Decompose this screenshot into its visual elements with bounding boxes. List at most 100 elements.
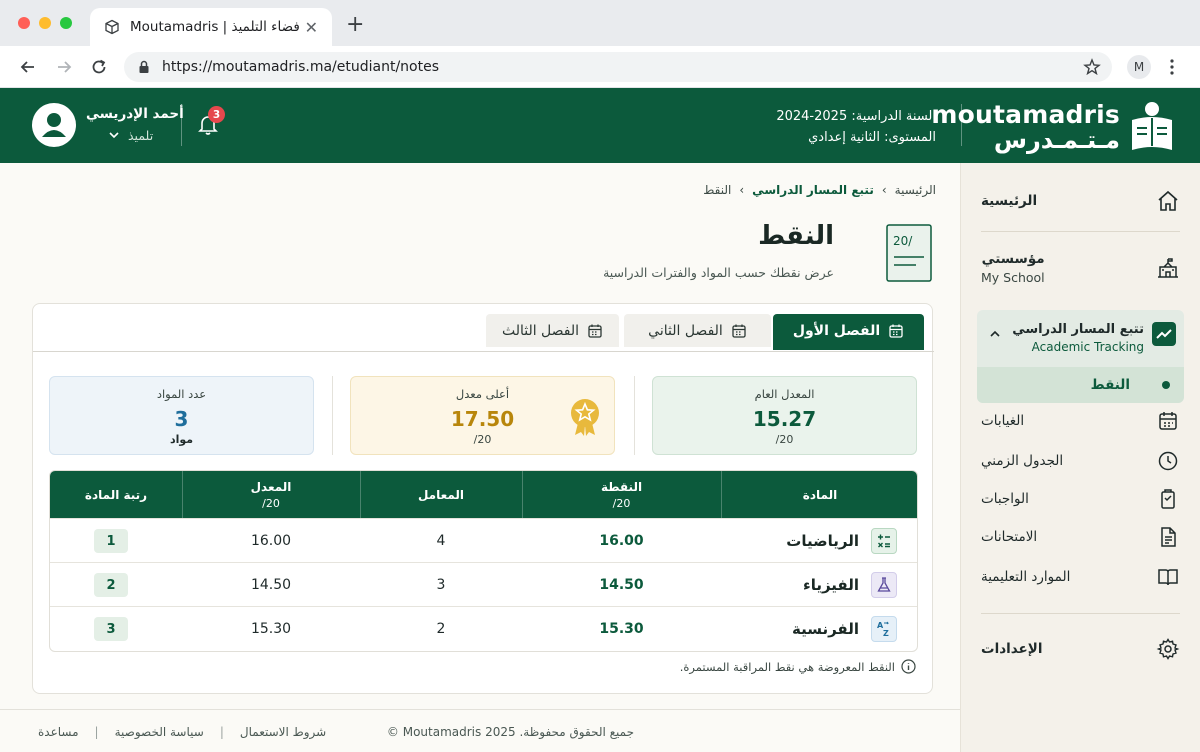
grade-cell: 15.30 — [599, 621, 644, 637]
chevron-left-icon: › — [881, 183, 887, 197]
sidebar-item-label: الرئيسية — [981, 193, 1038, 209]
clipboard-icon — [1161, 489, 1175, 509]
url-text: https://moutamadris.ma/etudiant/notes — [162, 59, 439, 75]
sidebar-divider — [981, 231, 1180, 232]
chevron-up-icon[interactable] — [989, 328, 1001, 340]
best-average-card: أعلى معدل 17.50 /20 — [350, 376, 615, 455]
flask-icon — [871, 572, 897, 598]
grades-sheet-label: 20/ — [893, 234, 913, 248]
sidebar-item-home[interactable]: الرئيسية — [981, 183, 1180, 219]
tab-close-icon[interactable]: ✕ — [305, 18, 318, 37]
column-header-rank: رتبة المادة — [84, 487, 148, 502]
grades-card: الفصل الأول الفصل الثاني الفصل الثالث ال… — [32, 303, 934, 694]
tab-label: الفصل الأول — [792, 322, 881, 339]
sidebar-item-label: الواجبات — [981, 491, 1029, 507]
award-star-icon — [571, 399, 599, 436]
grades-table: المادة النقطة/20 المعامل المعدل/20 رتبة … — [49, 470, 918, 652]
stat-value: 15.27 — [752, 407, 817, 431]
sidebar-item-label: الجدول الزمني — [981, 453, 1064, 469]
table-header: المادة النقطة/20 المعامل المعدل/20 رتبة … — [50, 471, 917, 518]
header-divider — [181, 104, 182, 146]
general-average-card: المعدل العام 15.27 /20 — [652, 376, 917, 455]
tab-semester-1[interactable]: الفصل الأول — [773, 314, 924, 347]
user-name: أحمد الإدريسي — [86, 106, 184, 122]
home-icon — [1158, 190, 1178, 211]
brand-name-latin: moutamadris — [931, 100, 1120, 129]
forward-arrow-icon[interactable] — [52, 55, 76, 79]
stat-value: 3 — [174, 407, 189, 431]
tab-semester-3[interactable]: الفصل الثالث — [486, 314, 619, 347]
table-row[interactable]: AZ الفرنسية 15.30 2 15.30 3 — [50, 606, 917, 650]
column-divider — [360, 471, 361, 518]
calendar-icon — [1159, 412, 1177, 430]
calculator-icon — [871, 528, 897, 554]
table-row[interactable]: الرياضيات 16.00 4 16.00 1 — [50, 518, 917, 563]
language-az-icon: AZ — [871, 616, 897, 642]
address-bar[interactable]: https://moutamadris.ma/etudiant/notes — [124, 52, 1112, 82]
subject-name: الرياضيات — [786, 532, 859, 550]
brand-name-arabic: مـتـمـدرس — [993, 126, 1120, 154]
sidebar-item-label: الامتحانات — [981, 529, 1038, 545]
window-maximize-button[interactable] — [60, 17, 72, 29]
rank-cell: 2 — [50, 563, 172, 607]
sidebar-subitem-timetable[interactable]: الجدول الزمني — [981, 443, 1180, 479]
grade-cell: 14.50 — [599, 577, 644, 593]
footer-link-help[interactable]: مساعدة — [38, 725, 79, 739]
rank-badge: 3 — [94, 617, 128, 641]
column-header-subject: المادة — [802, 487, 838, 502]
kebab-menu-icon[interactable] — [1160, 55, 1184, 79]
document-icon — [1161, 527, 1176, 547]
bookmark-star-icon[interactable] — [1080, 55, 1104, 79]
sidebar-item-settings[interactable]: الإعدادات — [981, 631, 1180, 667]
sidebar-subitem-exams[interactable]: الامتحانات — [981, 519, 1180, 555]
sidebar-divider — [981, 613, 1180, 614]
sidebar: الرئيسية مؤسستي My School تتبع المسار ال… — [960, 163, 1200, 752]
average-cell: 16.00 — [250, 533, 292, 549]
subject-name: الفيزياء — [803, 576, 859, 594]
sidebar-subitem-homework[interactable]: الواجبات — [981, 481, 1180, 517]
trend-chart-icon — [1152, 322, 1176, 346]
browser-tab[interactable]: Moutamadris | فضاء التلميذ ✕ — [90, 8, 332, 46]
window-close-button[interactable] — [18, 17, 30, 29]
stat-sub: مواد — [169, 433, 194, 446]
new-tab-icon[interactable]: + — [346, 12, 364, 37]
profile-avatar[interactable]: M — [1127, 55, 1151, 79]
stat-label: المعدل العام — [754, 387, 815, 401]
column-divider — [721, 471, 722, 518]
breadcrumb-home[interactable]: الرئيسية — [895, 183, 936, 197]
table-row[interactable]: الفيزياء 14.50 3 14.50 2 — [50, 562, 917, 607]
footer-divider: | — [219, 725, 224, 739]
breadcrumb-section[interactable]: تتبع المسار الدراسي — [752, 183, 874, 197]
rank-cell: 1 — [50, 519, 172, 563]
brand-logo[interactable]: moutamadris مـتـمـدرس — [931, 98, 1176, 154]
reload-icon[interactable] — [87, 55, 111, 79]
page-subtitle: عرض نقطك حسب المواد والفترات الدراسية — [603, 265, 834, 280]
sidebar-item-label: تتبع المسار الدراسي — [1012, 322, 1144, 337]
clock-icon — [1158, 451, 1178, 471]
notification-badge: 3 — [208, 106, 225, 123]
coef-cell: 2 — [436, 621, 446, 637]
sidebar-item-school[interactable]: مؤسستي My School — [981, 247, 1180, 289]
average-cell: 14.50 — [250, 577, 292, 593]
calendar-icon — [588, 324, 602, 338]
footer-link-terms[interactable]: شروط الاستعمال — [240, 725, 326, 739]
tab-semester-2[interactable]: الفصل الثاني — [624, 314, 771, 347]
sidebar-item-sublabel: My School — [981, 270, 1045, 285]
sidebar-item-academic-tracking[interactable]: تتبع المسار الدراسي Academic Tracking — [977, 310, 1184, 367]
window-minimize-button[interactable] — [39, 17, 51, 29]
footer-links: مساعدة | سياسة الخصوصية | شروط الاستعمال — [38, 725, 326, 739]
user-menu[interactable]: أحمد الإدريسي تلميذ — [0, 88, 260, 163]
sidebar-subitem-grades[interactable]: النقط — [977, 367, 1184, 403]
sidebar-subitem-resources[interactable]: الموارد التعليمية — [981, 559, 1180, 595]
footer-link-privacy[interactable]: سياسة الخصوصية — [115, 725, 204, 739]
active-dot-icon — [1162, 381, 1170, 389]
student-level: المستوى: الثانية إعدادي — [808, 130, 936, 145]
column-header-average: المعدل/20 — [250, 479, 292, 510]
page-title: النقط — [758, 221, 834, 251]
school-year: السنة الدراسية: 2025-2024 — [776, 109, 936, 124]
open-book-icon — [1158, 569, 1178, 586]
back-arrow-icon[interactable] — [16, 55, 40, 79]
sidebar-item-label: الإعدادات — [981, 641, 1043, 657]
chevron-down-icon[interactable] — [108, 129, 120, 141]
sidebar-subitem-absences[interactable]: الغيابات — [981, 403, 1180, 439]
